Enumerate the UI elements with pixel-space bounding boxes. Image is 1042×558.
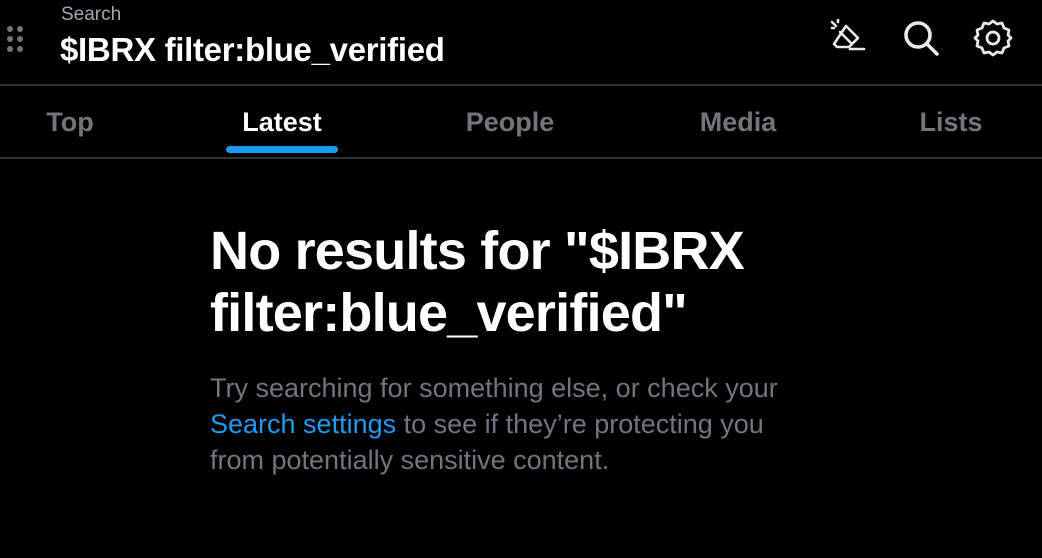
tab-label: People	[465, 107, 555, 137]
active-tab-indicator	[226, 146, 338, 153]
empty-state: No results for "$IBRX filter:blue_verifi…	[210, 220, 830, 478]
settings-gear-icon[interactable]	[971, 16, 1015, 60]
search-icon[interactable]	[899, 16, 943, 60]
tab-lists[interactable]: Lists	[904, 86, 998, 158]
empty-state-title: No results for "$IBRX filter:blue_verifi…	[210, 221, 745, 343]
search-settings-link[interactable]: Search settings	[210, 409, 396, 439]
clear-search-icon[interactable]	[826, 16, 870, 60]
tab-label: Latest	[242, 107, 322, 137]
tab-label: Top	[46, 107, 94, 137]
drag-handle-icon[interactable]	[6, 26, 26, 52]
empty-state-message: Try searching for something else, or che…	[210, 370, 820, 478]
tab-top[interactable]: Top	[20, 86, 120, 158]
search-header: Search $IBRX filter:blue_verified	[0, 0, 1042, 84]
search-query-title[interactable]: $IBRX filter:blue_verified	[60, 30, 445, 70]
tab-label: Media	[699, 107, 777, 137]
tabs-divider	[0, 157, 1042, 159]
tab-people[interactable]: People	[450, 86, 570, 158]
header-label: Search	[61, 4, 122, 25]
tab-media[interactable]: Media	[680, 86, 796, 158]
search-tabs: Top Latest People Media Lists	[0, 86, 1042, 158]
empty-state-text-before: Try searching for something else, or che…	[210, 373, 778, 403]
tab-label: Lists	[919, 107, 983, 137]
search-results-page: Search $IBRX filter:blue_verified Top La…	[0, 0, 1042, 558]
